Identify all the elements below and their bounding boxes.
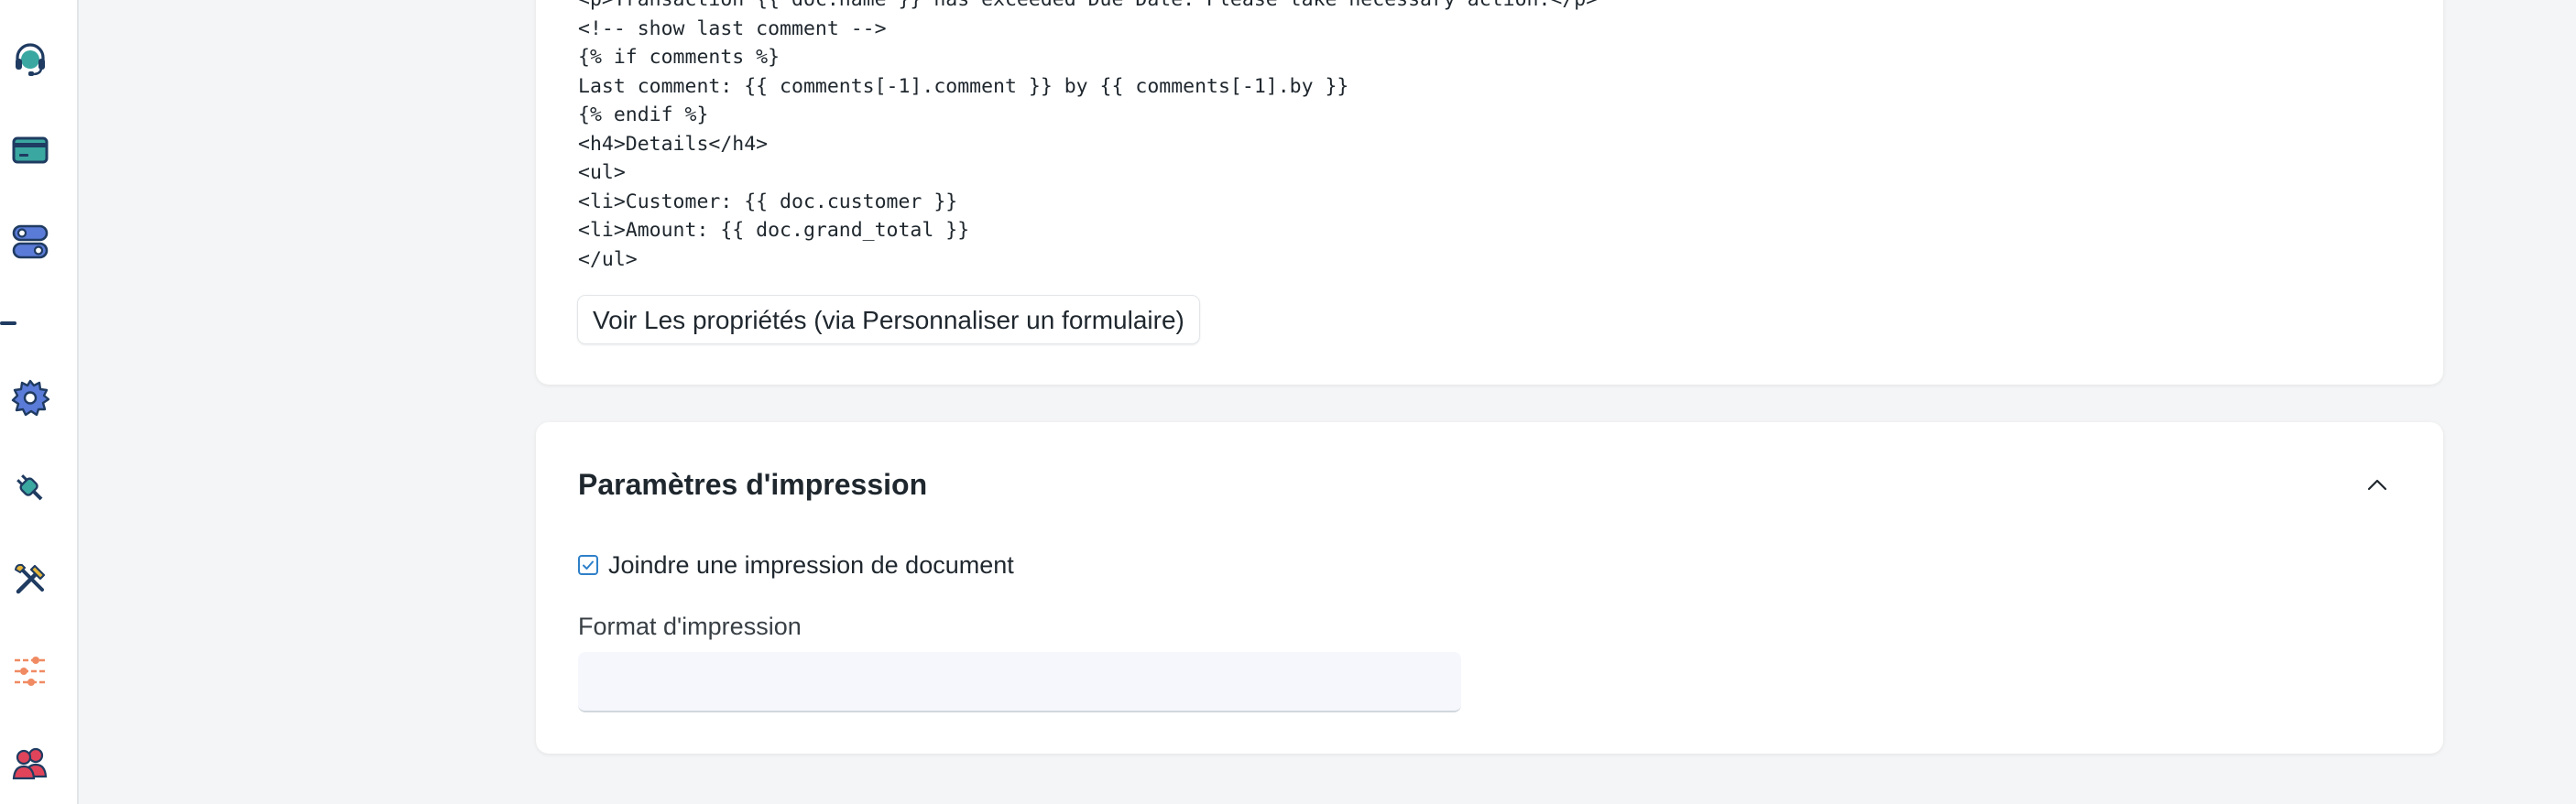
plug-icon[interactable] <box>11 469 49 507</box>
message-card: <p>Transaction {{ doc.name }} has exceed… <box>536 0 2443 385</box>
attach-print-row: Joindre une impression de document <box>578 549 1014 581</box>
code-line: <ul> <box>578 161 626 184</box>
users-icon[interactable] <box>11 744 49 782</box>
code-line: <p>Transaction {{ doc.name }} has exceed… <box>578 0 1598 15</box>
chevron-up-icon[interactable] <box>2363 472 2391 499</box>
print-settings-card: Paramètres d'impression Joindre une impr… <box>536 422 2443 754</box>
code-line: {% if comments %} <box>578 46 780 69</box>
message-template-code[interactable]: <p>Transaction {{ doc.name }} has exceed… <box>578 0 1598 274</box>
view-properties-button[interactable]: Voir Les propriétés (via Personnaliser u… <box>577 295 1200 344</box>
sliders-icon[interactable] <box>11 652 49 690</box>
tools-icon[interactable] <box>11 560 49 599</box>
sidebar <box>0 0 79 804</box>
attach-print-label[interactable]: Joindre une impression de document <box>608 549 1014 581</box>
code-line: Last comment: {{ comments[-1].comment }}… <box>578 74 1349 98</box>
code-line: <!-- show last comment --> <box>578 16 887 40</box>
code-line: </ul> <box>578 247 638 271</box>
print-format-label: Format d'impression <box>578 613 802 640</box>
code-line: <li>Customer: {{ doc.customer }} <box>578 190 958 213</box>
section-title: Paramètres d'impression <box>578 468 928 501</box>
credit-card-icon[interactable] <box>11 131 49 169</box>
checkmark-icon <box>583 560 594 570</box>
code-line: <li>Amount: {{ doc.grand_total }} <box>578 219 970 242</box>
toggles-icon[interactable] <box>11 223 49 261</box>
active-item-marker <box>0 321 16 325</box>
code-line: <h4>Details</h4> <box>578 132 769 156</box>
headset-icon[interactable] <box>11 40 49 79</box>
print-format-select[interactable] <box>578 652 1461 712</box>
code-line: {% endif %} <box>578 103 709 126</box>
attach-print-checkbox[interactable] <box>578 555 598 575</box>
gear-icon[interactable] <box>11 378 49 417</box>
